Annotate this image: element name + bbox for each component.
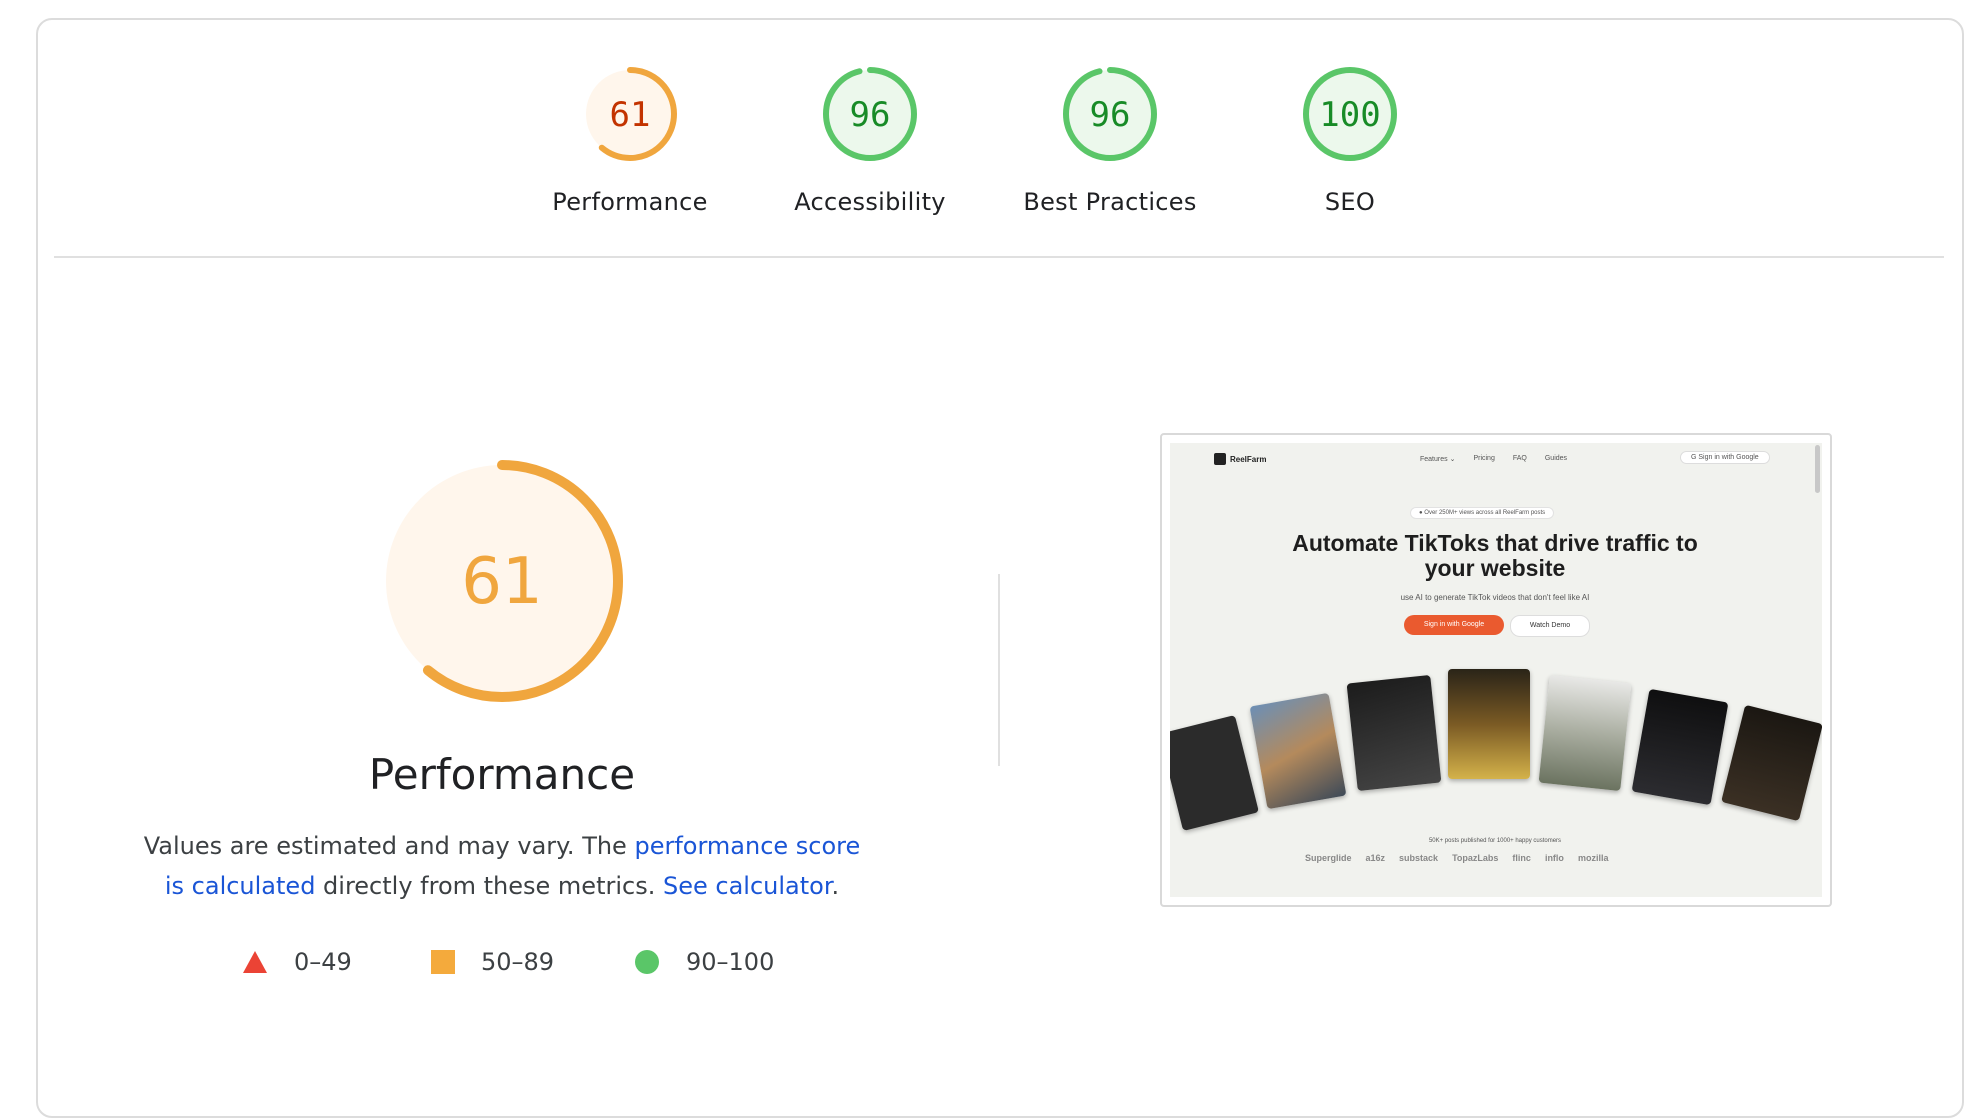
gauge-accessibility[interactable]: 96 Accessibility [750,64,990,216]
legend-range: 90–100 [686,948,775,976]
brand-logo: mozilla [1577,853,1609,863]
performance-gauge-large: 61 [381,460,623,702]
screenshot-logo-text: ReelFarm [1230,454,1267,464]
brand-logo: TopazLabs [1452,853,1499,863]
gauge-score: 96 [850,95,891,135]
brand-logo: inflo [1544,853,1564,863]
legend-fail: 0–49 [242,948,352,976]
gauge-seo[interactable]: 100 SEO [1230,64,1470,216]
gauge-performance[interactable]: 61 Performance [510,64,750,216]
gauge-label: Performance [552,188,708,216]
square-icon [431,950,455,974]
screenshot-nav-item: Features ⌄ [1420,456,1456,463]
final-screenshot[interactable]: ReelFarm Features ⌄ Pricing FAQ Guides G… [1160,433,1832,907]
brand-logo: a16z [1365,853,1386,863]
screenshot-headline: Automate TikToks that drive traffic to y… [1292,530,1698,581]
triangle-icon [243,951,267,973]
brand-logo: Superglide [1305,853,1352,863]
desc-text-2: directly from these metrics. [315,872,663,900]
gauge-best-practices-ring: 96 [1063,67,1157,161]
screenshot-subtitle: use AI to generate TikTok videos that do… [1400,593,1590,602]
circle-icon [635,950,659,974]
screenshot-brands: Superglide a16z substack TopazLabs flinc… [1305,853,1608,863]
legend-pass: 90–100 [634,948,774,976]
performance-description: Values are estimated and may vary. The p… [142,826,862,906]
gauge-accessibility-ring: 96 [823,67,917,161]
video-card [1448,669,1530,779]
screenshot-nav: Features ⌄ Pricing FAQ Guides [1420,455,1567,463]
see-calculator-link[interactable]: See calculator [663,872,832,900]
screenshot-cta-secondary: Watch Demo [1510,615,1590,637]
vertical-separator [998,574,1000,766]
screenshot-nav-item: Guides [1544,455,1568,462]
video-card [1346,674,1442,792]
screenshot-signin: G Sign in with Google [1680,451,1770,464]
screenshot-badge: ● Over 250M+ views across all ReelFarm p… [1410,507,1555,519]
video-card [1721,704,1822,822]
screenshot-page: ReelFarm Features ⌄ Pricing FAQ Guides G… [1170,443,1822,897]
video-card [1249,692,1347,810]
screenshot-nav-item: FAQ [1512,455,1527,462]
screenshot-cta-primary: Sign in with Google [1404,615,1504,635]
brand-logo: substack [1399,853,1439,863]
legend-average: 50–89 [431,948,554,976]
legend-range: 0–49 [294,948,352,976]
desc-text-1: Values are estimated and may vary. The [143,832,635,860]
gauge-label: Best Practices [1023,188,1197,216]
brand-logo: flinc [1512,853,1531,863]
gauge-best-practices[interactable]: 96 Best Practices [990,64,1230,216]
performance-score-large: 61 [461,545,542,619]
video-card [1170,715,1259,831]
performance-title: Performance [368,750,636,799]
gauge-score: 100 [1319,95,1380,135]
gauge-score: 96 [1090,95,1131,135]
desc-text-3: . [831,872,840,900]
logo-icon [1214,453,1226,465]
screenshot-nav-item: Pricing [1473,455,1495,462]
video-card [1538,675,1632,791]
gauge-label: Accessibility [794,188,946,216]
gauge-score: 61 [610,95,651,135]
screenshot-tagline: 50K+ posts published for 1000+ happy cus… [1428,838,1562,844]
screenshot-scrollbar [1815,445,1820,493]
gauge-performance-ring: 61 [583,67,677,161]
gauge-label: SEO [1324,188,1376,216]
video-card [1631,688,1729,806]
legend-range: 50–89 [481,948,555,976]
gauge-seo-ring: 100 [1303,67,1397,161]
screenshot-logo: ReelFarm [1214,453,1266,465]
header-divider [54,256,1944,258]
